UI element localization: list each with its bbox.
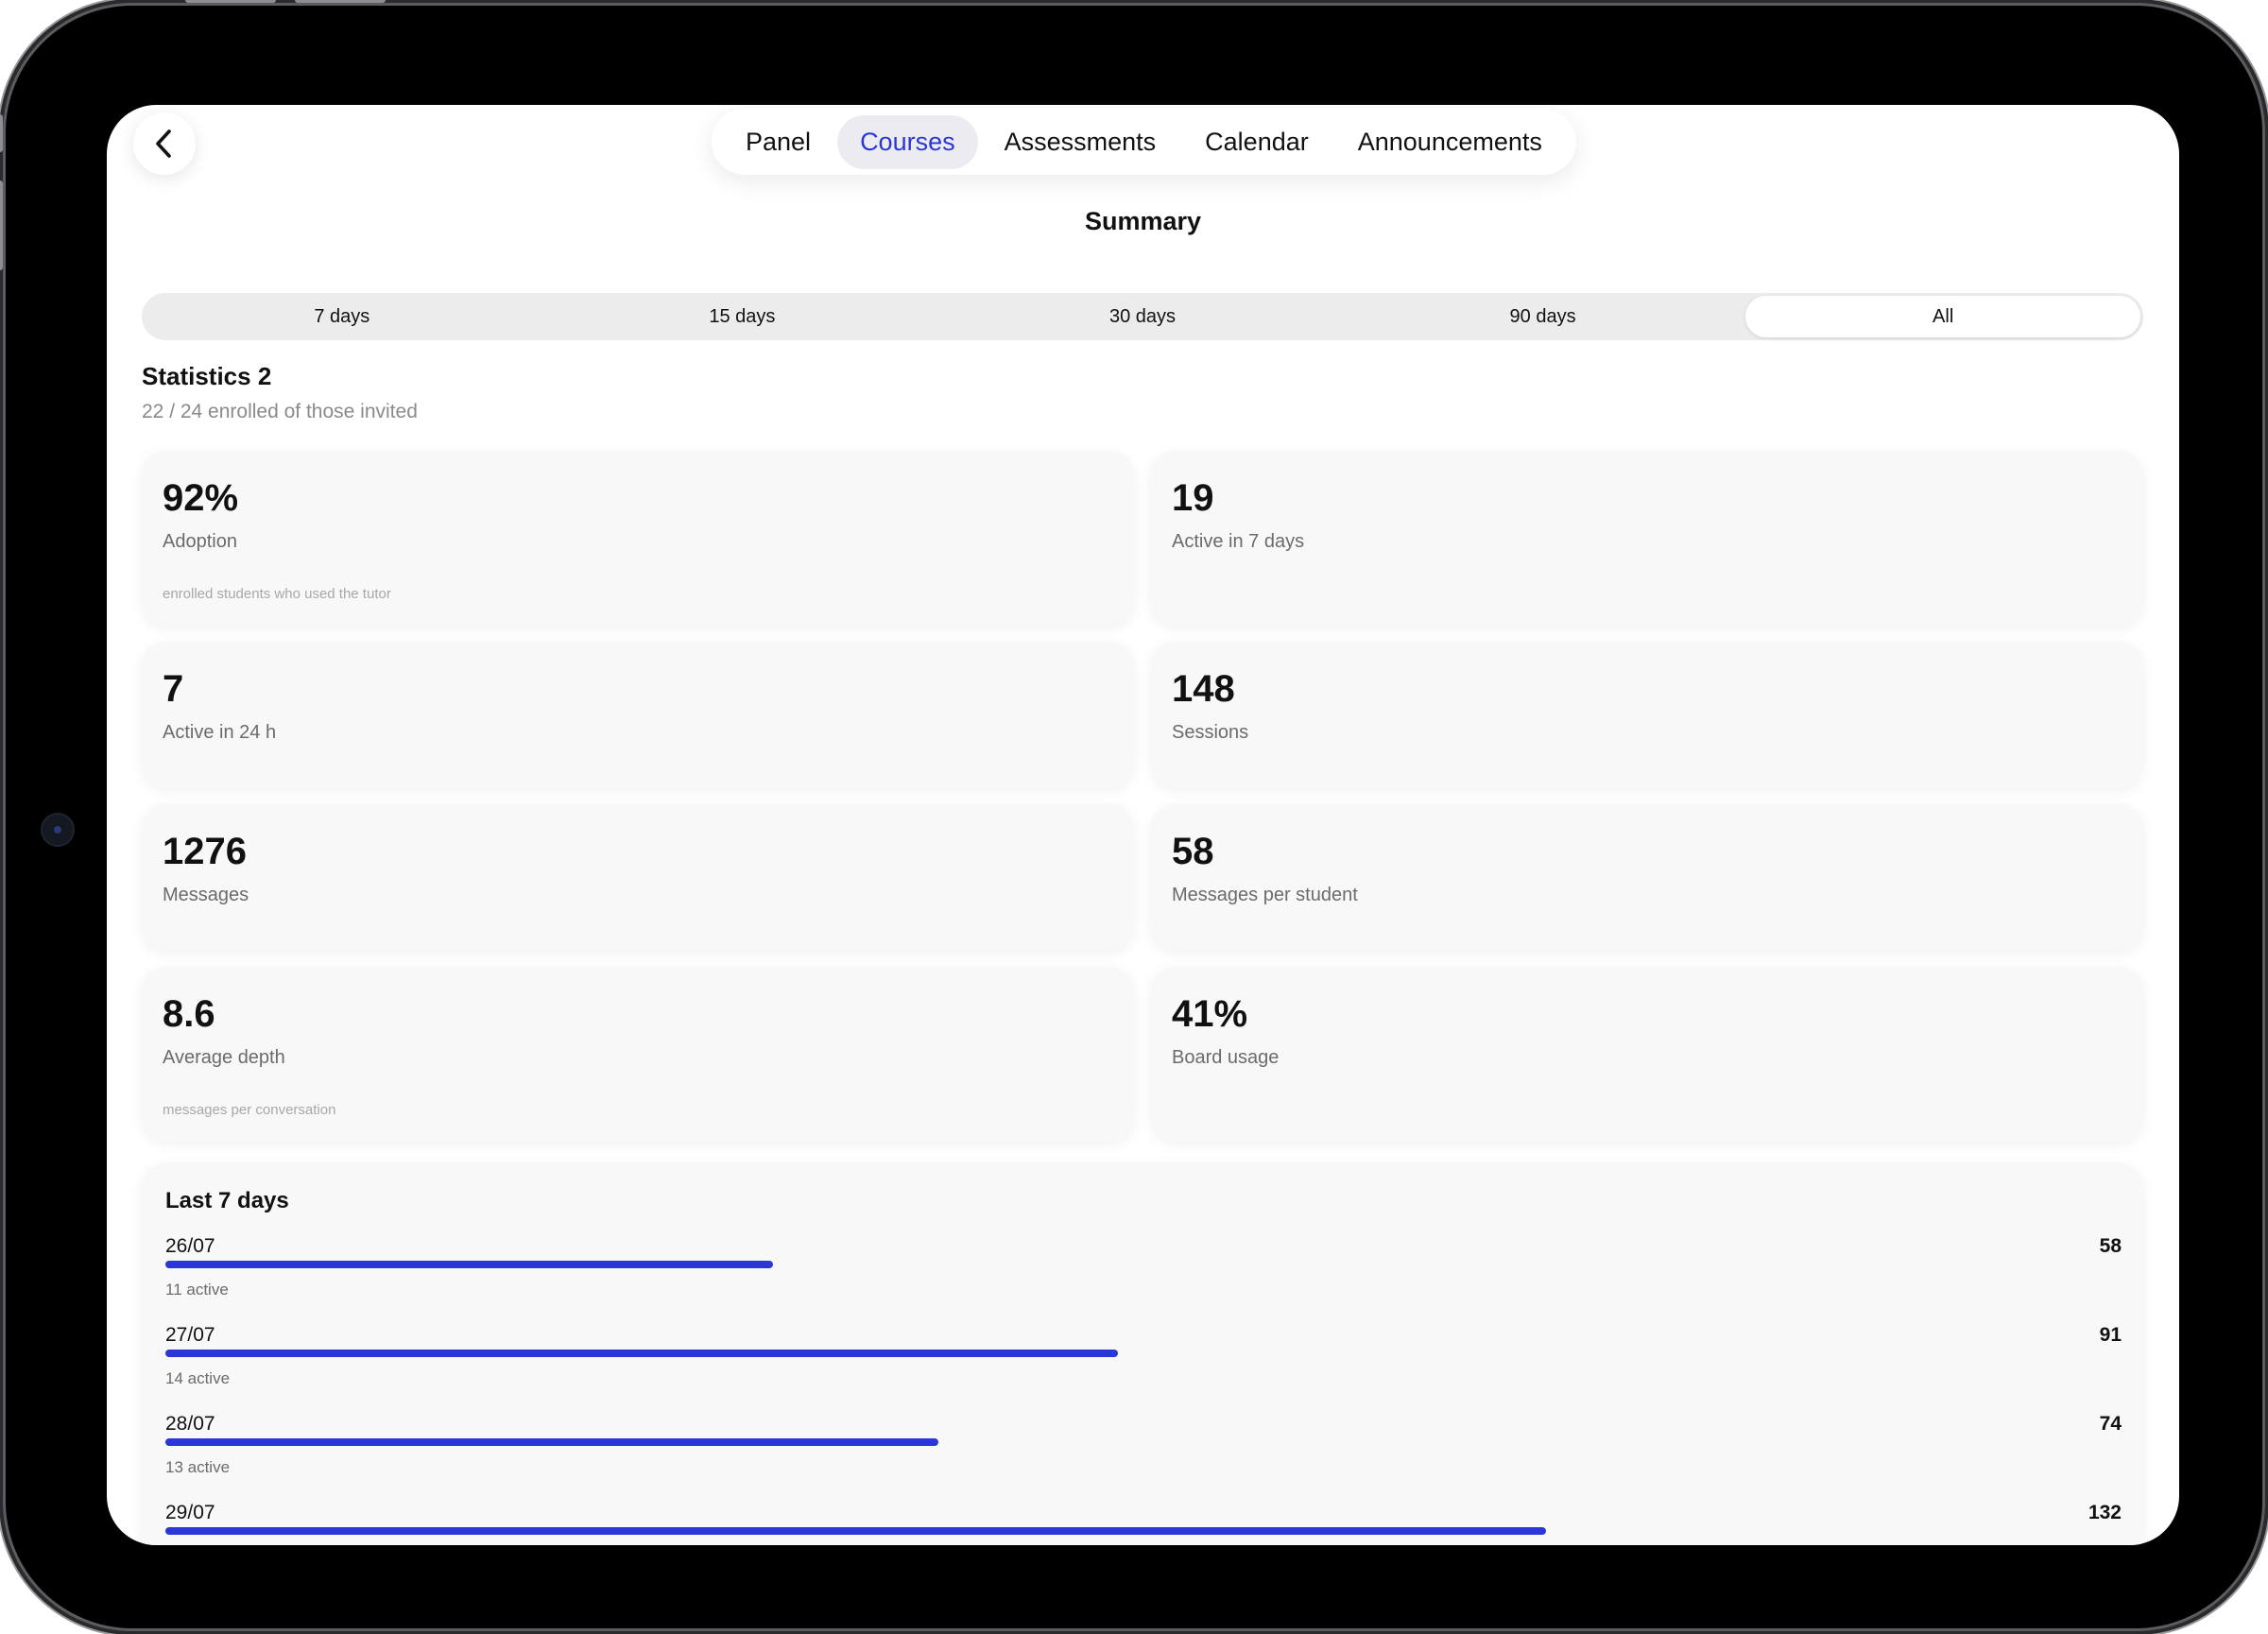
day-date: 29/07	[165, 1502, 215, 1523]
day-row: 29/07 132	[165, 1502, 2122, 1545]
stat-card-average-depth: 8.6 Average depth messages per conversat…	[142, 967, 1134, 1142]
tab-panel[interactable]: Panel	[723, 115, 833, 169]
range-option-30-days[interactable]: 30 days	[945, 296, 1340, 337]
day-row: 27/07 91 14 active	[165, 1324, 2122, 1413]
stat-card-adoption: 92% Adoption enrolled students who used …	[142, 451, 1134, 626]
day-date: 28/07	[165, 1413, 215, 1435]
range-option-7-days[interactable]: 7 days	[145, 296, 540, 337]
day-active-students: 14 active	[165, 1369, 231, 1387]
stat-card-board-usage: 41% Board usage	[1151, 967, 2143, 1142]
stat-value: 8.6	[163, 993, 215, 1035]
day-message-count: 74	[2099, 1413, 2122, 1435]
day-bar	[165, 1527, 1546, 1535]
back-button[interactable]	[133, 112, 196, 175]
stat-card-sessions: 148 Sessions	[1151, 642, 2143, 788]
enrollment-summary: 22 / 24 enrolled of those invited	[142, 401, 418, 422]
stat-label: Active in 7 days	[1172, 531, 1305, 552]
panel-title: Last 7 days	[165, 1188, 289, 1213]
range-option-15-days[interactable]: 15 days	[545, 296, 940, 337]
time-range-selector: 7 days 15 days 30 days 90 days All	[142, 293, 2143, 340]
day-message-count: 91	[2099, 1324, 2122, 1346]
last-7-days-panel: Last 7 days 26/07 58 11 active 27/07 91 …	[142, 1163, 2143, 1545]
day-bar	[165, 1261, 773, 1268]
day-message-count: 58	[2099, 1235, 2122, 1257]
day-active-students: 13 active	[165, 1458, 231, 1476]
top-tab-bar: Panel Courses Assessments Calendar Annou…	[712, 109, 1576, 175]
stat-label: Active in 24 h	[163, 722, 277, 743]
day-row: 26/07 58 11 active	[165, 1235, 2122, 1324]
stat-note: messages per conversation	[163, 1102, 336, 1118]
stat-label: Sessions	[1172, 722, 1249, 743]
stat-value: 7	[163, 668, 184, 710]
stat-label: Adoption	[163, 531, 237, 552]
day-bar	[165, 1350, 1118, 1357]
range-option-90-days[interactable]: 90 days	[1346, 296, 1741, 337]
day-row: 28/07 74 13 active	[165, 1413, 2122, 1502]
stat-label: Messages	[163, 885, 249, 905]
tab-assessments[interactable]: Assessments	[982, 115, 1179, 169]
chevron-left-icon	[156, 129, 171, 158]
mute-switch	[0, 114, 3, 152]
day-date: 26/07	[165, 1235, 215, 1257]
front-camera	[41, 813, 75, 847]
stat-value: 19	[1172, 477, 1214, 519]
stat-label: Messages per student	[1172, 885, 1358, 905]
stat-value: 92%	[163, 477, 239, 519]
stat-card-messages: 1276 Messages	[142, 804, 1134, 951]
top-button-2	[295, 0, 386, 3]
stat-label: Board usage	[1172, 1047, 1280, 1068]
stat-value: 58	[1172, 831, 1214, 872]
stat-card-active-24h: 7 Active in 24 h	[142, 642, 1134, 788]
stat-value: 1276	[163, 831, 247, 872]
tab-announcements[interactable]: Announcements	[1335, 115, 1565, 169]
day-bar	[165, 1438, 938, 1446]
page-title: Summary	[1084, 207, 1202, 235]
stat-value: 41%	[1172, 993, 1248, 1035]
day-date: 27/07	[165, 1324, 215, 1346]
stat-value: 148	[1172, 668, 1235, 710]
day-message-count: 132	[2088, 1502, 2122, 1523]
range-option-all[interactable]: All	[1745, 296, 2140, 337]
tab-calendar[interactable]: Calendar	[1182, 115, 1332, 169]
stat-card-active-7-days: 19 Active in 7 days	[1151, 451, 2143, 626]
tablet-frame: Panel Courses Assessments Calendar Annou…	[0, 0, 2262, 1628]
stat-label: Average depth	[163, 1047, 285, 1068]
section-title: Statistics 2	[142, 362, 272, 390]
top-button	[185, 0, 276, 3]
tab-courses[interactable]: Courses	[837, 114, 978, 169]
stat-note: enrolled students who used the tutor	[163, 586, 391, 602]
app-screen: Panel Courses Assessments Calendar Annou…	[107, 105, 2179, 1545]
volume-button	[0, 181, 3, 270]
stat-card-messages-per-student: 58 Messages per student	[1151, 804, 2143, 951]
day-active-students: 11 active	[165, 1281, 229, 1299]
